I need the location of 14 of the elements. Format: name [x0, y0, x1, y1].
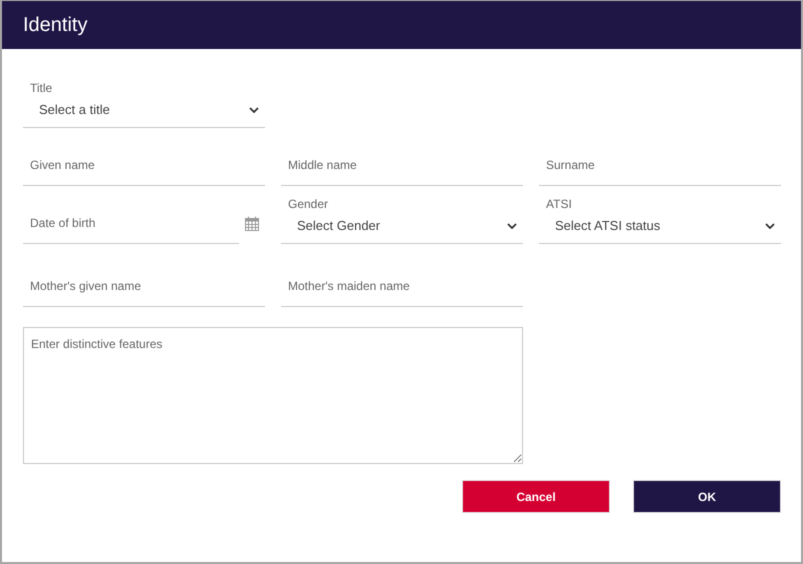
- chevron-down-icon: [249, 106, 259, 112]
- window-title: Identity: [23, 14, 88, 36]
- calendar-icon[interactable]: [245, 216, 259, 230]
- select-field[interactable]: Select a title: [23, 98, 265, 128]
- select-field[interactable]: Select ATSI status: [539, 214, 781, 244]
- field-label: ATSI: [545, 197, 573, 211]
- text-area[interactable]: Enter distinctive features: [23, 327, 523, 464]
- chevron-down-icon: [507, 222, 517, 228]
- cancel-button[interactable]: Cancel: [462, 480, 610, 513]
- chevron-down-icon: [765, 222, 775, 228]
- select-field[interactable]: Select Gender: [281, 214, 523, 244]
- field-label: Gender: [287, 197, 330, 211]
- ok-button[interactable]: OK: [633, 480, 781, 513]
- field-label: Title: [29, 81, 54, 95]
